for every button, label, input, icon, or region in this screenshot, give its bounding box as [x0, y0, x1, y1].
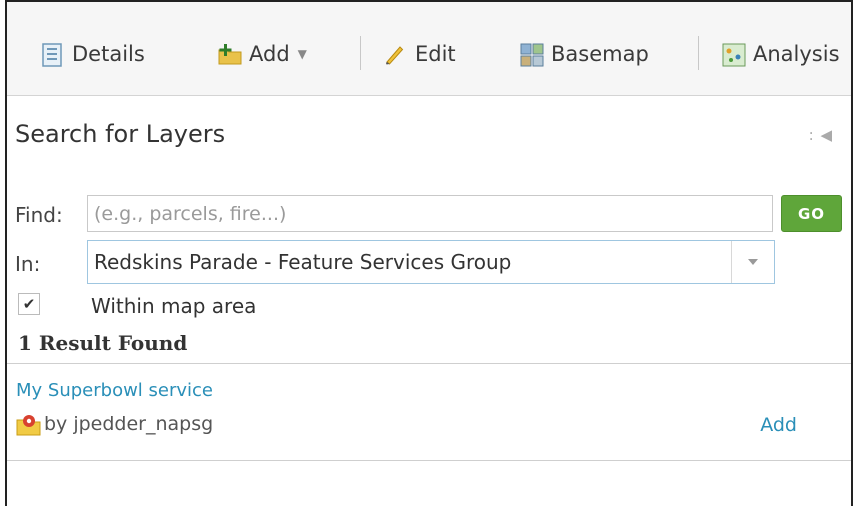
- basemap-icon: [520, 43, 544, 67]
- dropdown-arrow-icon[interactable]: [731, 241, 774, 283]
- analysis-label: Analysis: [753, 42, 840, 66]
- toolbar-divider: [698, 36, 699, 70]
- within-map-checkbox[interactable]: ✔: [18, 293, 40, 315]
- go-button[interactable]: GO: [781, 195, 842, 232]
- pencil-icon: [384, 43, 406, 65]
- toolbar-divider: [360, 36, 361, 70]
- add-label: Add: [249, 42, 290, 66]
- result-title-link[interactable]: My Superbowl service: [16, 380, 213, 401]
- find-input[interactable]: [87, 195, 773, 232]
- details-button[interactable]: Details: [41, 38, 145, 70]
- edit-label: Edit: [415, 42, 456, 66]
- feature-service-icon: [16, 412, 42, 436]
- panel-title: Search for Layers: [15, 120, 226, 148]
- in-label: In:: [15, 252, 41, 276]
- basemap-label: Basemap: [551, 42, 649, 66]
- analysis-button[interactable]: Analysis: [722, 38, 840, 70]
- toolbar: Details Add ▼ Edit Basemap Analysis: [7, 2, 851, 96]
- results-list: My Superbowl service by jpedder_napsg Ad…: [7, 363, 851, 506]
- basemap-button[interactable]: Basemap: [520, 38, 649, 70]
- checkmark-icon: ✔: [22, 295, 36, 313]
- add-layer-icon: [218, 43, 242, 65]
- result-owner-text: by jpedder_napsg: [44, 413, 214, 435]
- group-select[interactable]: Redskins Parade - Feature Services Group: [87, 240, 775, 284]
- edit-button[interactable]: Edit: [384, 38, 456, 70]
- within-map-label: Within map area: [91, 294, 257, 318]
- collapse-panel-icon[interactable]: : ◀: [809, 126, 833, 144]
- add-result-link[interactable]: Add: [760, 414, 797, 436]
- list-item: My Superbowl service by jpedder_napsg Ad…: [7, 364, 851, 461]
- details-label: Details: [72, 42, 145, 66]
- result-owner: by jpedder_napsg: [16, 412, 213, 436]
- group-select-value: Redskins Parade - Feature Services Group: [94, 250, 512, 274]
- analysis-icon: [722, 43, 746, 67]
- add-menu-button[interactable]: Add ▼: [218, 38, 307, 70]
- app-frame: Details Add ▼ Edit Basemap Analysis Sear…: [5, 0, 853, 506]
- details-icon: [41, 43, 63, 67]
- find-label: Find:: [15, 203, 63, 227]
- result-count: 1 Result Found: [18, 331, 188, 355]
- chevron-down-icon: ▼: [297, 47, 307, 61]
